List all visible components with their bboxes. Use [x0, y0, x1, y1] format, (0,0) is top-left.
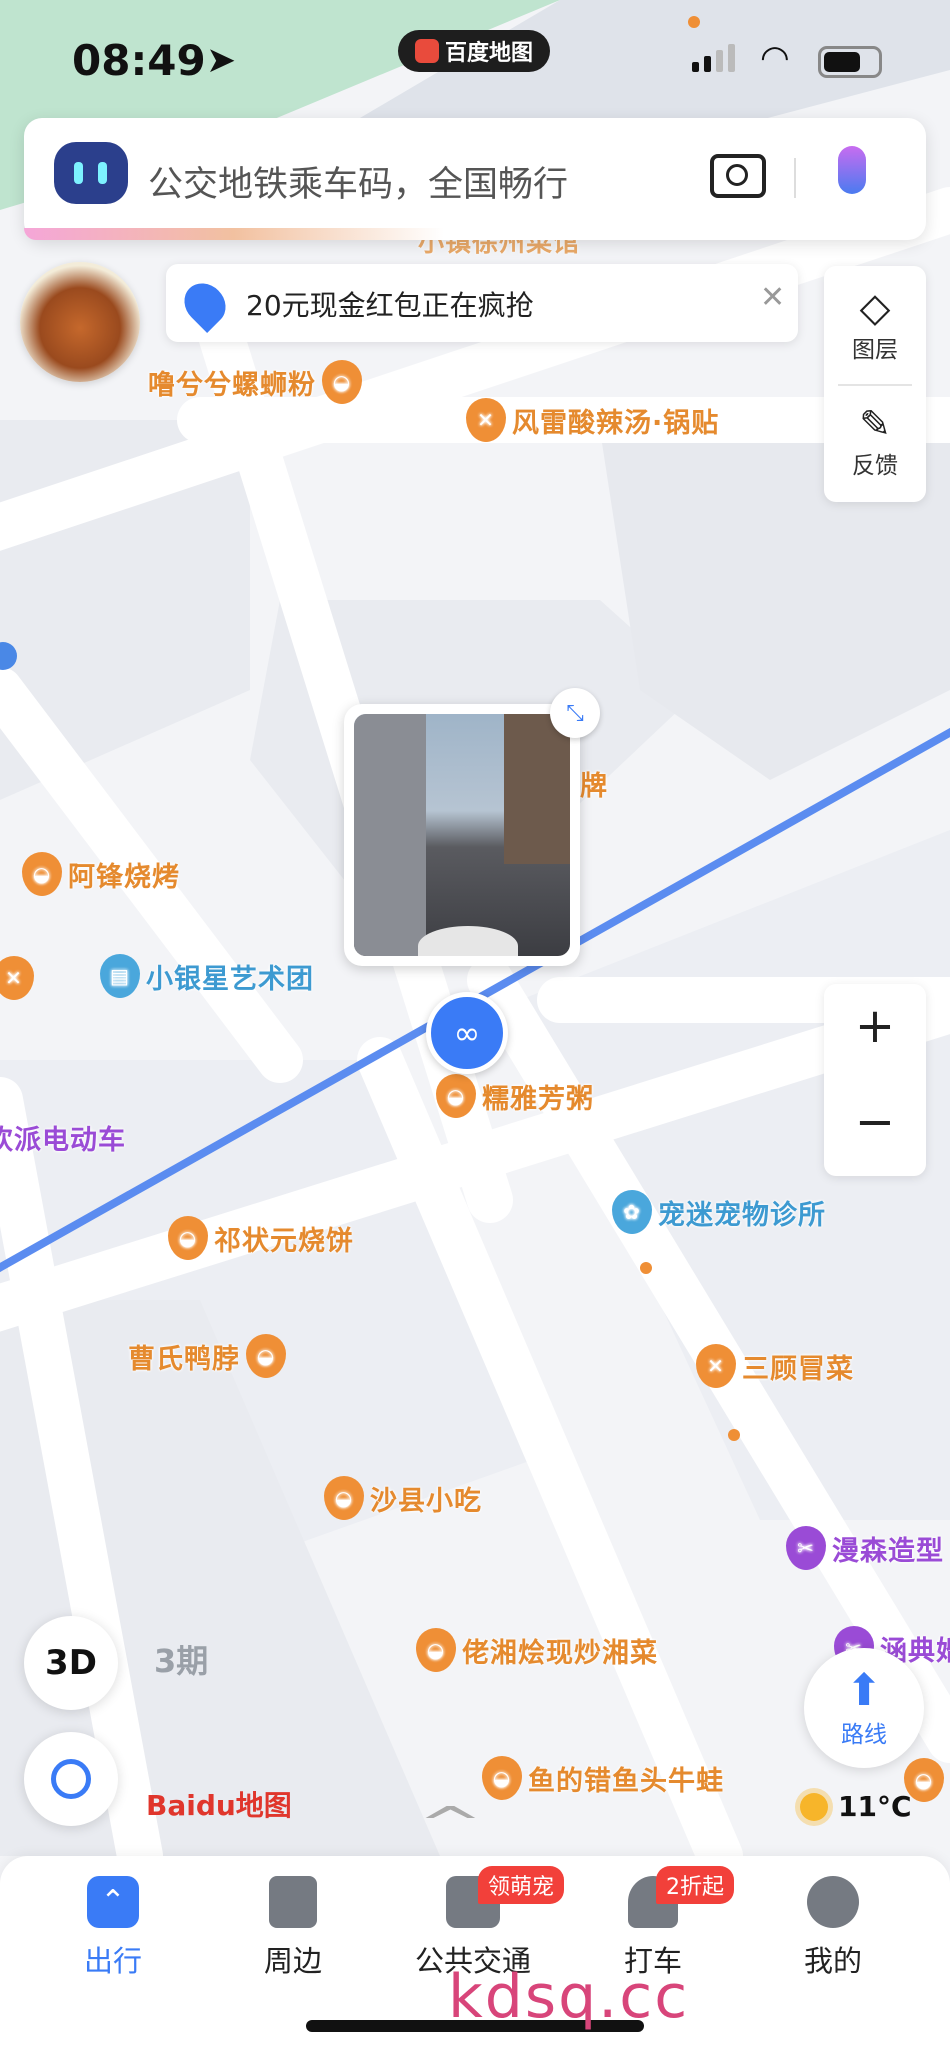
search-bar[interactable]: 公交地铁乘车码，全国畅行	[24, 118, 926, 240]
baidu-logo: Baidu地图	[146, 1789, 292, 1822]
street-view-thumbnail[interactable]: ⤡	[344, 688, 600, 966]
location-pin-icon	[176, 275, 234, 333]
route-arrow-icon: ⬆	[845, 1665, 883, 1716]
poi-qizhuangyuan[interactable]: ◒ 祁状元烧饼	[168, 1216, 354, 1260]
transit-badge: 领萌宠	[478, 1866, 565, 1904]
microphone-icon[interactable]	[838, 146, 866, 194]
side-panel-divider	[838, 384, 912, 386]
nav-tab-travel[interactable]: ⌃ 出行	[38, 1876, 188, 1980]
poi-nuoya[interactable]: ◒ 糯雅芳粥	[436, 1074, 594, 1118]
bowl-icon: ◒	[168, 1216, 208, 1260]
poi-afeng[interactable]: ◒ 阿锋烧烤	[22, 852, 180, 896]
street-view-image	[354, 714, 570, 956]
crosshair-icon	[51, 1759, 91, 1799]
book-icon: ▤	[100, 954, 140, 998]
nearby-icon	[269, 1876, 317, 1928]
side-panel: ◇ 图层 ✎ 反馈	[824, 266, 926, 502]
location-arrow-icon: ➤	[206, 40, 237, 81]
weather-widget[interactable]: 11°C	[800, 1790, 912, 1823]
search-bar-glow	[24, 228, 444, 240]
poi-sangu[interactable]: ✕ 三顾冒菜	[696, 1344, 854, 1388]
layers-icon: ◇	[859, 285, 891, 331]
fork-knife-icon: ✕	[696, 1344, 736, 1388]
edit-icon: ✎	[859, 402, 891, 446]
sun-icon	[800, 1792, 828, 1821]
poi-caoshi[interactable]: 曹氏鸭脖 ◒	[128, 1334, 286, 1378]
bowl-icon: ◒	[482, 1756, 522, 1800]
bowl-icon: ◒	[246, 1334, 286, 1378]
camera-icon[interactable]	[710, 154, 766, 198]
signal-icon	[692, 44, 735, 72]
poi-fork-partial[interactable]: ✕	[0, 956, 34, 1000]
poi-chongmi[interactable]: ✿ 宠迷宠物诊所	[612, 1190, 826, 1234]
taxi-badge: 2折起	[656, 1866, 734, 1904]
search-input[interactable]: 公交地铁乘车码，全国畅行	[148, 156, 568, 207]
feedback-button[interactable]: ✎ 反馈	[824, 402, 926, 480]
travel-icon: ⌃	[87, 1876, 139, 1928]
profile-icon	[807, 1876, 859, 1928]
bowl-icon: ◒	[324, 1476, 364, 1520]
chevron-up-icon[interactable]: ^	[417, 1798, 483, 1849]
bowl-icon: ◒	[322, 360, 362, 404]
binoculars-icon[interactable]: ∞	[426, 992, 508, 1074]
wifi-icon: ◠	[760, 38, 790, 78]
battery-icon	[818, 46, 882, 78]
poi-luosifen[interactable]: 噜兮兮螺蛳粉 ◒	[148, 360, 362, 404]
zoom-out-button[interactable]: −	[824, 1094, 926, 1150]
3d-toggle-button[interactable]: 3D	[24, 1616, 118, 1710]
poi-huanpai[interactable]: 欢派电动车	[0, 1118, 126, 1157]
scissors-icon: ✂	[786, 1526, 826, 1570]
poi-fenglei[interactable]: ✕ 风雷酸辣汤·锅贴	[466, 398, 719, 442]
poi-shaxian[interactable]: ◒ 沙县小吃	[324, 1476, 482, 1520]
zoom-control: + −	[824, 984, 926, 1176]
app-pill: 百度地图	[398, 30, 550, 72]
promo-food-avatar[interactable]	[20, 262, 140, 382]
district-label: 3期	[154, 1642, 209, 1680]
poi-yudecuo[interactable]: ◒ 鱼的错鱼头牛蛙	[482, 1756, 724, 1800]
nav-tab-nearby[interactable]: 周边	[218, 1876, 368, 1980]
collapse-icon[interactable]: ⤡	[550, 688, 600, 738]
poi-mansen[interactable]: ✂ 漫森造型	[786, 1526, 944, 1570]
nav-tab-me[interactable]: 我的	[758, 1876, 908, 1980]
bowl-icon: ◒	[416, 1628, 456, 1672]
fork-knife-icon: ✕	[466, 398, 506, 442]
bowl-icon: ◒	[436, 1074, 476, 1118]
robot-assistant-icon[interactable]	[54, 142, 128, 204]
poi-yinxing[interactable]: ▤ 小银星艺术团	[100, 954, 314, 998]
fork-knife-icon: ✕	[0, 956, 34, 1000]
bowl-icon: ◒	[22, 852, 62, 896]
promo-banner[interactable]: 20元现金红包正在疯抢 ✕	[166, 264, 798, 342]
search-divider	[794, 158, 796, 198]
close-icon[interactable]: ✕	[760, 280, 785, 315]
baidu-map-app-icon	[414, 39, 439, 63]
poi-hanxiang[interactable]: ◒ 佬湘烩现炒湘菜	[416, 1628, 658, 1672]
banner-text: 20元现金红包正在疯抢	[246, 289, 534, 322]
locate-me-button[interactable]	[24, 1732, 118, 1826]
watermark: kdsq.cc	[448, 1962, 690, 2032]
route-button[interactable]: ⬆ 路线	[804, 1648, 924, 1768]
paw-icon: ✿	[612, 1190, 652, 1234]
layers-button[interactable]: ◇ 图层	[824, 286, 926, 364]
status-time: 08:49	[72, 36, 206, 85]
poi-pai-partial: 牌	[580, 771, 608, 802]
zoom-in-button[interactable]: +	[824, 998, 926, 1054]
